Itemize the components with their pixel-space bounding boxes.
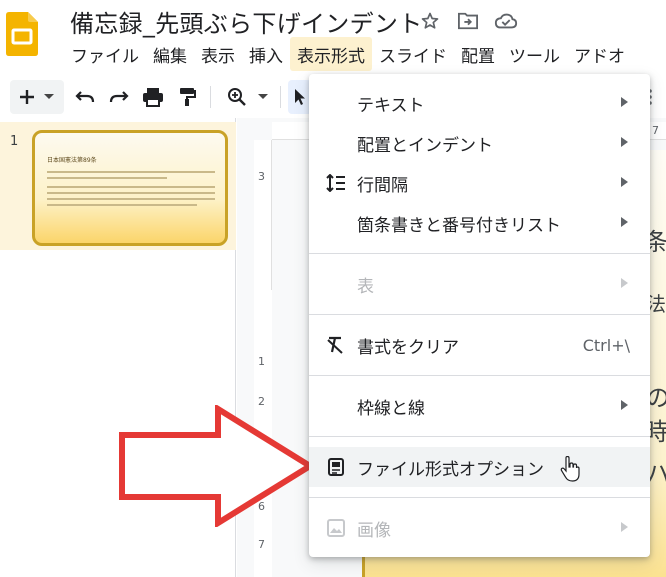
menu-format[interactable]: 表示形式 [290, 37, 372, 71]
ruler-label: 3 [258, 170, 265, 183]
format-menu-item-table: 表 [309, 264, 650, 304]
thumbnail-title: 日本国憲法第89条 [47, 157, 97, 164]
submenu-arrow-icon [621, 278, 628, 288]
format-menu-item-clear-formatting[interactable]: 書式をクリア Ctrl+\ [309, 325, 650, 365]
menu-divider [309, 497, 650, 498]
cloud-saved-icon[interactable] [494, 9, 518, 33]
clear-formatting-icon [325, 334, 347, 356]
new-slide-dropdown-icon[interactable] [40, 84, 58, 110]
menu-divider [309, 253, 650, 254]
format-menu-item-bullets-numbering[interactable]: 箇条書きと番号付きリスト [309, 203, 650, 243]
submenu-arrow-icon [621, 177, 628, 187]
title-actions [418, 9, 518, 33]
print-icon[interactable] [140, 84, 166, 110]
select-cursor-icon[interactable] [290, 84, 310, 110]
menu-view[interactable]: 表示 [194, 37, 242, 71]
format-menu-item-borders-lines[interactable]: 枠線と線 [309, 386, 650, 426]
star-icon[interactable] [418, 9, 442, 33]
thumbnail-text-line [47, 186, 215, 188]
toolbar-separator [210, 86, 211, 108]
shortcut-label: Ctrl+\ [582, 335, 630, 355]
ruler-label: 7 [258, 538, 265, 551]
google-slides-logo-icon[interactable] [6, 12, 38, 56]
format-menu-item-align-indent[interactable]: 配置とインデント [309, 123, 650, 163]
ruler-label: 1 [258, 355, 265, 368]
menu-arrange[interactable]: 配置 [454, 37, 502, 71]
format-menu-item-format-options[interactable]: ファイル形式オプション [309, 447, 650, 487]
menubar: ファイル 編集 表示 挿入 表示形式 スライド 配置 ツール アドオ [64, 37, 632, 71]
submenu-arrow-icon [621, 137, 628, 147]
thumbnail-text-line [47, 198, 215, 200]
hand-pointer-cursor-icon [560, 456, 580, 482]
image-icon [325, 517, 347, 539]
thumbnail-text-line [47, 177, 167, 179]
ruler-label: 7 [652, 124, 659, 137]
document-title[interactable]: 備忘録_先頭ぶら下げインデント [70, 4, 423, 39]
annotation-arrow-icon [119, 405, 316, 527]
menu-file[interactable]: ファイル [64, 37, 146, 71]
menu-divider [309, 314, 650, 315]
submenu-arrow-icon [621, 97, 628, 107]
format-menu-item-image: 画像 [309, 508, 650, 548]
move-to-folder-icon[interactable] [456, 9, 480, 33]
menu-addons[interactable]: アドオ [567, 37, 632, 71]
thumbnail-text-line [47, 171, 215, 173]
menu-tools[interactable]: ツール [502, 37, 567, 71]
zoom-dropdown-icon[interactable] [254, 84, 272, 110]
menu-slide[interactable]: スライド [372, 37, 454, 71]
redo-icon[interactable] [106, 84, 132, 110]
format-menu-item-text[interactable]: テキスト [309, 83, 650, 123]
menu-edit[interactable]: 編集 [146, 37, 194, 71]
line-spacing-icon [325, 172, 347, 194]
slide-thumbnail[interactable]: 日本国憲法第89条 [32, 130, 228, 246]
slide-thumbnail-row[interactable]: 1 日本国憲法第89条 [0, 122, 236, 250]
thumbnail-text-line [47, 204, 197, 206]
paint-format-icon[interactable] [174, 84, 200, 110]
submenu-arrow-icon [621, 400, 628, 410]
format-options-icon [325, 456, 347, 478]
menu-divider [309, 436, 650, 437]
zoom-icon[interactable] [224, 84, 250, 110]
undo-icon[interactable] [72, 84, 98, 110]
thumbnail-text-line [47, 192, 215, 194]
submenu-arrow-icon [621, 217, 628, 227]
slide-number: 1 [10, 134, 19, 149]
toolbar-separator [280, 86, 281, 108]
submenu-arrow-icon [621, 522, 628, 532]
format-menu-item-line-spacing[interactable]: 行間隔 [309, 163, 650, 203]
format-menu-dropdown: テキスト 配置とインデント 行間隔 箇条書きと番号付きリスト 表 書式をクリア … [309, 74, 650, 557]
menu-divider [309, 375, 650, 376]
menu-insert[interactable]: 挿入 [242, 37, 290, 71]
add-icon[interactable] [14, 84, 40, 110]
